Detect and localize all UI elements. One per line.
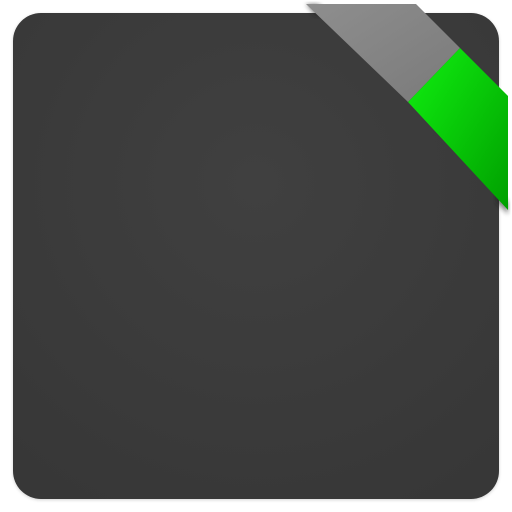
tile-surface (13, 13, 499, 499)
tile-background (13, 13, 499, 499)
app-icon (0, 0, 512, 512)
icon-tile (13, 13, 499, 499)
